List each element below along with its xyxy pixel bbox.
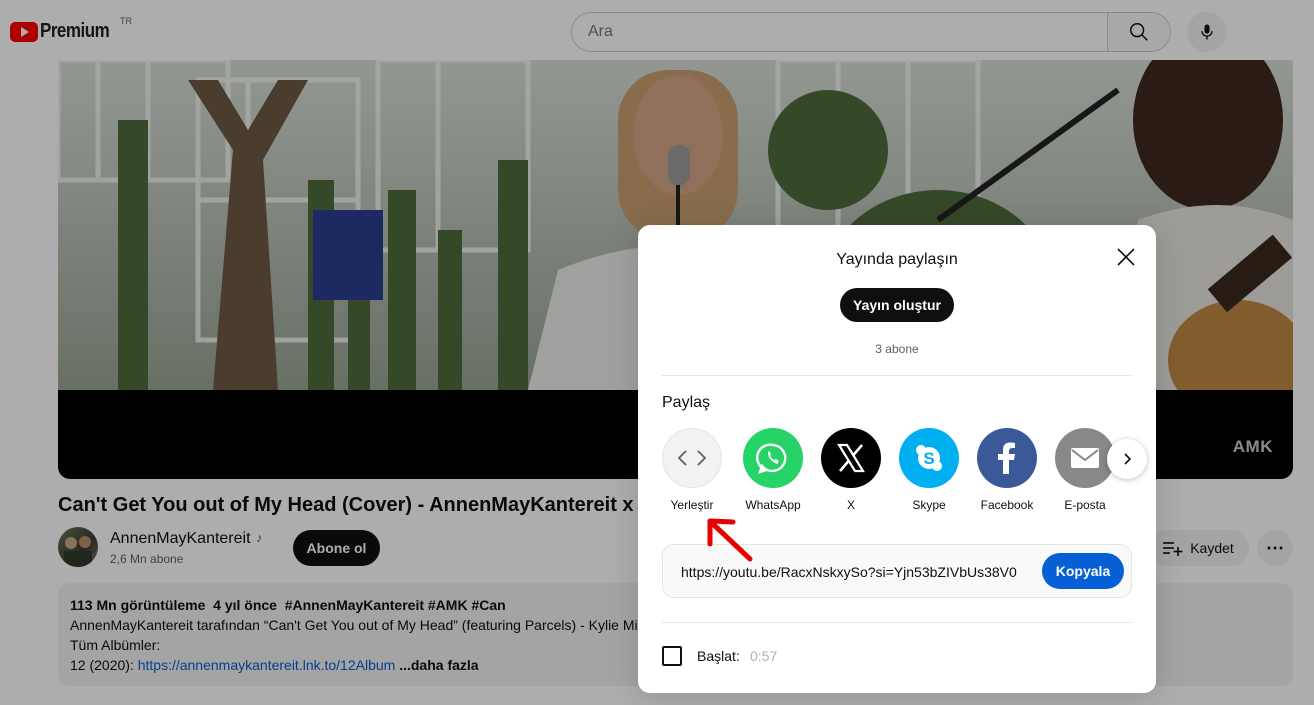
dialog-title: Yayında paylaşın [836, 251, 958, 268]
share-label-email: E-posta [1064, 498, 1106, 512]
share-label-whatsapp: WhatsApp [745, 498, 801, 512]
email-icon [1055, 428, 1115, 488]
start-at-time: 0:57 [750, 648, 778, 664]
share-embed[interactable]: Yerleştir [653, 428, 731, 512]
start-at-label: Başlat: [697, 648, 740, 664]
share-dialog: Yayında paylaşın Yayın oluştur 3 abone P… [638, 225, 1156, 693]
share-section-label: Paylaş [662, 394, 711, 411]
annotation-arrow-icon [707, 518, 753, 562]
start-at-checkbox[interactable] [662, 646, 682, 666]
facebook-icon [977, 428, 1037, 488]
close-icon [1117, 248, 1135, 266]
chevron-right-icon [1124, 453, 1132, 465]
x-icon [821, 428, 881, 488]
share-label-skype: Skype [912, 498, 946, 512]
share-label-embed: Yerleştir [670, 498, 714, 512]
close-button[interactable] [1114, 245, 1138, 269]
divider [662, 622, 1132, 623]
share-whatsapp[interactable]: WhatsApp [734, 428, 812, 512]
share-facebook[interactable]: Facebook [968, 428, 1046, 512]
embed-icon [662, 428, 722, 488]
share-x[interactable]: X [812, 428, 890, 512]
copy-button[interactable]: Kopyala [1042, 553, 1124, 589]
dialog-subscriber-count: 3 abone [875, 342, 919, 356]
create-post-button[interactable]: Yayın oluştur [840, 288, 954, 322]
whatsapp-icon [743, 428, 803, 488]
share-skype[interactable]: S Skype [890, 428, 968, 512]
skype-icon: S [899, 428, 959, 488]
next-share-targets-button[interactable] [1107, 439, 1147, 479]
share-targets-row: Yerleştir WhatsApp X S Skype Facebook E-… [662, 428, 1132, 518]
share-label-facebook: Facebook [980, 498, 1034, 512]
svg-text:S: S [923, 449, 934, 468]
divider [662, 375, 1132, 376]
share-label-x: X [846, 498, 855, 512]
